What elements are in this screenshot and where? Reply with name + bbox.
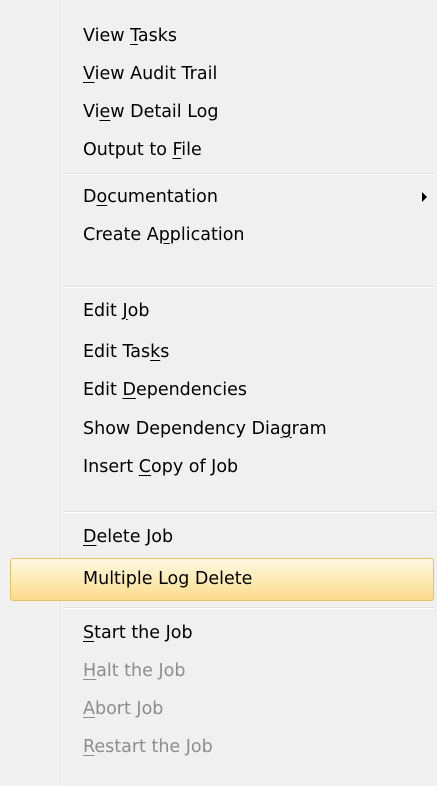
menu-separator (64, 607, 434, 609)
menu-separator (64, 173, 434, 175)
menu-item-start-the-job[interactable]: Start the Job (10, 614, 434, 652)
menu-item-label: Abort Job (83, 699, 164, 719)
menu-item-edit-job[interactable]: Edit Job (10, 292, 434, 330)
menu-item-label: View Audit Trail (83, 64, 218, 84)
menu-item-output-to-file[interactable]: Output to File (10, 131, 434, 169)
submenu-arrow-icon (422, 192, 427, 202)
menu-item-label: Create Application (83, 225, 245, 245)
menu-item-label: Multiple Log Delete (83, 569, 253, 589)
menu-item-abort-job: Abort Job (10, 690, 434, 728)
menu-item-multiple-log-delete[interactable]: Multiple Log Delete (10, 558, 434, 601)
menu-item-label: Halt the Job (83, 661, 186, 681)
menu-item-create-application[interactable]: Create Application (10, 216, 434, 254)
menu-item-halt-the-job: Halt the Job (10, 652, 434, 690)
menu-item-label: Edit Tasks (83, 342, 170, 362)
menu-item-label: Start the Job (83, 623, 193, 643)
context-menu: View Tasks View Audit Trail View Detail … (0, 0, 437, 786)
menu-item-insert-copy-of-job[interactable]: Insert Copy of Job (10, 448, 434, 486)
menu-item-documentation[interactable]: Documentation (10, 178, 434, 216)
menu-item-view-audit-trail[interactable]: View Audit Trail (10, 55, 434, 93)
menu-item-label: Show Dependency Diagram (83, 419, 327, 439)
menu-item-label: Edit Job (83, 301, 150, 321)
menu-item-edit-dependencies[interactable]: Edit Dependencies (10, 371, 434, 409)
menu-separator (64, 286, 434, 288)
menu-item-label: View Tasks (83, 26, 177, 46)
menu-item-label: Delete Job (83, 527, 174, 547)
menu-separator (64, 511, 434, 513)
menu-item-show-dependency-diagram[interactable]: Show Dependency Diagram (10, 410, 434, 448)
menu-item-label: Output to File (83, 140, 202, 160)
menu-item-view-tasks[interactable]: View Tasks (10, 17, 434, 55)
menu-item-edit-tasks[interactable]: Edit Tasks (10, 333, 434, 371)
menu-item-label: Insert Copy of Job (83, 457, 239, 477)
menu-item-view-detail-log[interactable]: View Detail Log (10, 93, 434, 131)
menu-item-label: Edit Dependencies (83, 380, 248, 400)
menu-item-label: View Detail Log (83, 102, 219, 122)
menu-item-restart-the-job: Restart the Job (10, 728, 434, 766)
menu-item-delete-job[interactable]: Delete Job (10, 518, 434, 556)
menu-item-label: Documentation (83, 187, 218, 207)
menu-item-label: Restart the Job (83, 737, 213, 757)
